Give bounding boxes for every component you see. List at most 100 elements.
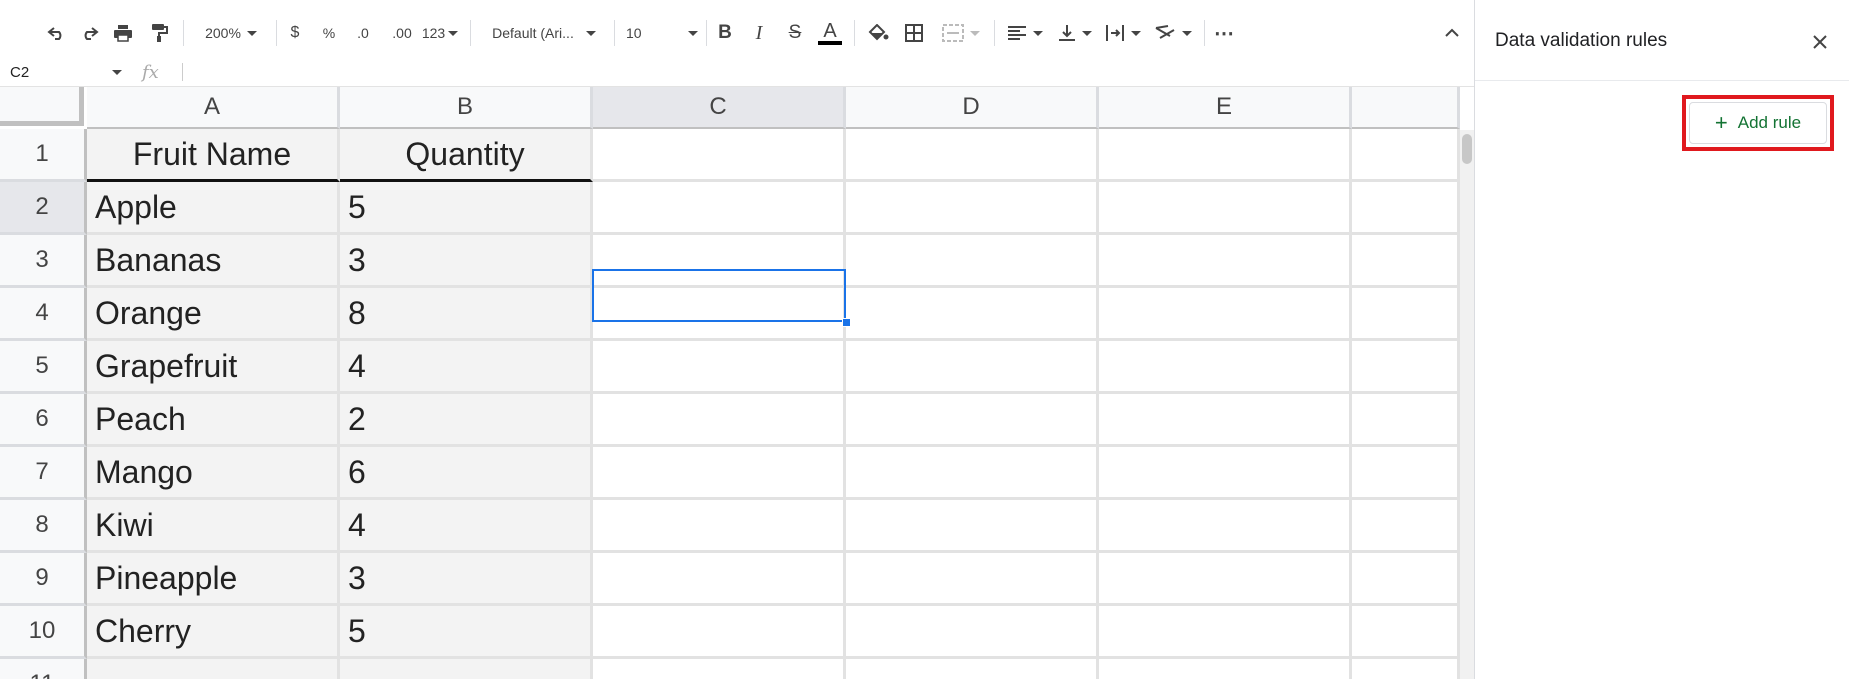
row-header-1[interactable]: 1 bbox=[0, 129, 87, 182]
cell[interactable] bbox=[1099, 288, 1352, 341]
row-header-6[interactable]: 6 bbox=[0, 394, 87, 447]
cell[interactable] bbox=[846, 606, 1099, 659]
cell[interactable]: Cherry bbox=[87, 606, 340, 659]
more-options-icon[interactable]: ⋯ bbox=[1210, 14, 1238, 52]
column-header-a[interactable]: A bbox=[87, 87, 340, 129]
vertical-scrollbar[interactable] bbox=[1460, 130, 1474, 679]
cell[interactable] bbox=[1352, 341, 1460, 394]
cell[interactable] bbox=[1099, 659, 1352, 679]
strikethrough-button[interactable]: S bbox=[784, 14, 806, 52]
name-box[interactable]: C2 bbox=[0, 58, 126, 86]
cell[interactable] bbox=[846, 235, 1099, 288]
merge-cells-icon[interactable] bbox=[936, 14, 986, 52]
cell[interactable] bbox=[1099, 341, 1352, 394]
italic-button[interactable]: I bbox=[748, 14, 770, 52]
column-header-b[interactable]: B bbox=[340, 87, 593, 129]
cell[interactable] bbox=[593, 447, 846, 500]
column-header-e[interactable]: E bbox=[1099, 87, 1352, 129]
row-header-9[interactable]: 9 bbox=[0, 553, 87, 606]
cell[interactable] bbox=[846, 394, 1099, 447]
cell[interactable] bbox=[846, 341, 1099, 394]
decrease-decimal-button[interactable]: .0 bbox=[348, 14, 378, 52]
cell[interactable]: Grapefruit bbox=[87, 341, 340, 394]
row-header-2[interactable]: 2 bbox=[0, 182, 87, 235]
borders-icon[interactable] bbox=[900, 14, 928, 52]
cell[interactable]: Apple bbox=[87, 182, 340, 235]
font-family-select[interactable]: Default (Ari... bbox=[484, 14, 604, 52]
cell[interactable] bbox=[1099, 606, 1352, 659]
cell[interactable]: 4 bbox=[340, 341, 593, 394]
cell[interactable]: Mango bbox=[87, 447, 340, 500]
cell[interactable]: 5 bbox=[340, 606, 593, 659]
cell[interactable] bbox=[593, 394, 846, 447]
cell[interactable] bbox=[1099, 182, 1352, 235]
select-all-corner[interactable] bbox=[0, 87, 84, 126]
cell[interactable] bbox=[1352, 182, 1460, 235]
undo-icon[interactable] bbox=[42, 14, 72, 52]
cell[interactable] bbox=[1099, 394, 1352, 447]
cell[interactable] bbox=[1352, 553, 1460, 606]
cell[interactable] bbox=[1352, 447, 1460, 500]
cell[interactable] bbox=[1352, 659, 1460, 679]
print-icon[interactable] bbox=[108, 14, 138, 52]
cell[interactable] bbox=[1099, 235, 1352, 288]
cell[interactable] bbox=[1352, 288, 1460, 341]
cell[interactable] bbox=[1099, 447, 1352, 500]
paint-format-icon[interactable] bbox=[144, 14, 174, 52]
cell[interactable]: Peach bbox=[87, 394, 340, 447]
cell[interactable] bbox=[1099, 129, 1352, 182]
scrollbar-thumb[interactable] bbox=[1462, 134, 1472, 164]
column-header-c[interactable]: C bbox=[593, 87, 846, 129]
row-header-3[interactable]: 3 bbox=[0, 235, 87, 288]
text-rotation-icon[interactable] bbox=[1150, 14, 1196, 52]
cell[interactable]: 3 bbox=[340, 235, 593, 288]
cell[interactable]: 2 bbox=[340, 394, 593, 447]
cell[interactable]: Bananas bbox=[87, 235, 340, 288]
cell[interactable]: 8 bbox=[340, 288, 593, 341]
cell[interactable] bbox=[593, 341, 846, 394]
vertical-align-icon[interactable] bbox=[1054, 14, 1096, 52]
cell[interactable] bbox=[1352, 500, 1460, 553]
cell[interactable] bbox=[1352, 235, 1460, 288]
fill-handle[interactable] bbox=[842, 318, 851, 327]
cell[interactable] bbox=[593, 553, 846, 606]
header-cell[interactable]: Fruit Name bbox=[87, 129, 340, 182]
percent-format-button[interactable]: % bbox=[318, 14, 340, 52]
cell[interactable]: Orange bbox=[87, 288, 340, 341]
cell[interactable]: Kiwi bbox=[87, 500, 340, 553]
cell[interactable] bbox=[87, 659, 340, 679]
row-header-4[interactable]: 4 bbox=[0, 288, 87, 341]
cell[interactable]: 4 bbox=[340, 500, 593, 553]
cell[interactable] bbox=[1352, 394, 1460, 447]
cell[interactable] bbox=[846, 500, 1099, 553]
bold-button[interactable]: B bbox=[714, 14, 736, 52]
font-size-select[interactable]: 10 bbox=[626, 14, 698, 52]
add-rule-button[interactable]: + Add rule bbox=[1689, 102, 1827, 144]
cell[interactable]: 3 bbox=[340, 553, 593, 606]
cell[interactable] bbox=[593, 659, 846, 679]
row-header-5[interactable]: 5 bbox=[0, 341, 87, 394]
cell[interactable] bbox=[1352, 129, 1460, 182]
collapse-toolbar-icon[interactable] bbox=[1440, 14, 1464, 52]
redo-icon[interactable] bbox=[74, 14, 104, 52]
cell[interactable] bbox=[1099, 553, 1352, 606]
cell[interactable]: Pineapple bbox=[87, 553, 340, 606]
row-header-11[interactable]: 11 bbox=[0, 659, 87, 679]
cell[interactable] bbox=[1352, 606, 1460, 659]
active-cell-selection[interactable] bbox=[592, 269, 846, 322]
cell[interactable] bbox=[593, 606, 846, 659]
horizontal-align-icon[interactable] bbox=[1004, 14, 1046, 52]
row-header-8[interactable]: 8 bbox=[0, 500, 87, 553]
cell[interactable] bbox=[340, 659, 593, 679]
cell[interactable] bbox=[1099, 500, 1352, 553]
text-wrap-icon[interactable] bbox=[1102, 14, 1144, 52]
column-header-d[interactable]: D bbox=[846, 87, 1099, 129]
cell[interactable]: 5 bbox=[340, 182, 593, 235]
number-format-select[interactable]: 123 bbox=[420, 14, 460, 52]
cell[interactable]: 6 bbox=[340, 447, 593, 500]
cell[interactable] bbox=[846, 447, 1099, 500]
column-header-f[interactable] bbox=[1352, 87, 1460, 129]
cell[interactable] bbox=[846, 553, 1099, 606]
currency-format-button[interactable]: $ bbox=[284, 14, 306, 52]
fill-color-icon[interactable] bbox=[864, 14, 892, 52]
